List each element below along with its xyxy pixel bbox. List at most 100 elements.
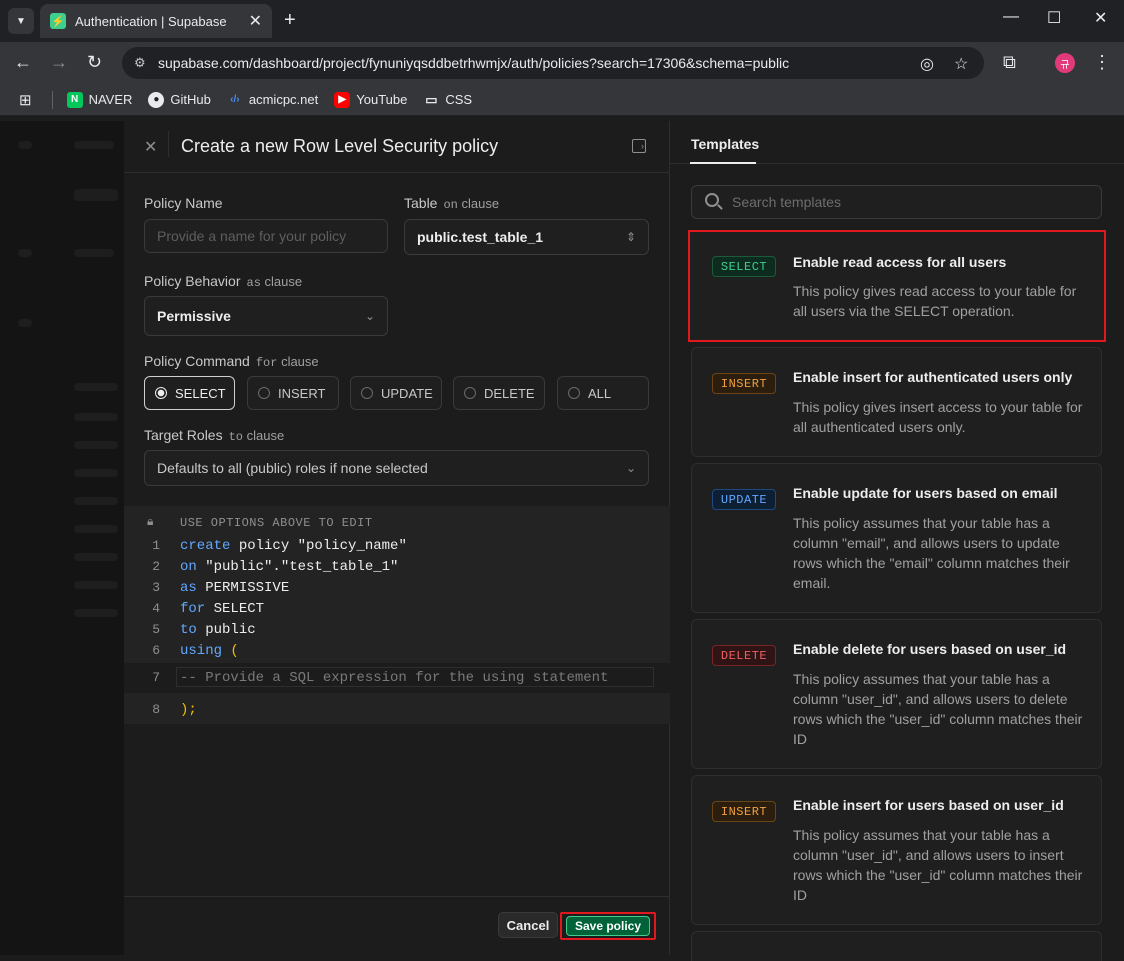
template-description: This policy assumes that your table has … xyxy=(793,515,1070,591)
radio-icon xyxy=(464,387,476,399)
editor-locked-note: USE OPTIONS ABOVE TO EDIT xyxy=(180,516,373,530)
behavior-label-text: Policy Behavior xyxy=(144,273,241,289)
editable-line-area[interactable]: 7 -- Provide a SQL expression for the usi… xyxy=(124,663,670,693)
template-title: Enable update for users based on email xyxy=(793,485,1058,501)
reload-icon[interactable]: ↻ xyxy=(87,52,102,73)
sql-keyword: for xyxy=(180,600,206,617)
line-number: 6 xyxy=(152,643,160,658)
line-number: 7 xyxy=(152,670,160,685)
template-title: Enable insert for users based on user_id xyxy=(793,797,1064,813)
collapse-panel-icon[interactable]: › xyxy=(632,139,646,153)
forward-arrow-icon[interactable]: → xyxy=(50,52,68,73)
tab-title: Authentication | Supabase xyxy=(75,13,227,29)
close-icon[interactable]: ✕ xyxy=(144,137,157,157)
profile-avatar[interactable]: 규 xyxy=(1055,53,1075,73)
line-number: 2 xyxy=(152,559,160,574)
behavior-clause-hint: as clause xyxy=(247,274,303,290)
template-title: Enable read access for all users xyxy=(793,254,1007,270)
dimmed-background xyxy=(0,121,124,955)
code-icon: ‹/› xyxy=(230,94,240,105)
table-select-value: public.test_table_1 xyxy=(417,229,544,245)
clause-keyword: to xyxy=(228,430,243,444)
template-card-delete-user-id[interactable]: DELETE Enable delete for users based on … xyxy=(691,619,1102,769)
sql-text: ( xyxy=(222,642,239,659)
policy-command-label: Policy Command for clause xyxy=(144,353,319,370)
template-card-partial[interactable] xyxy=(691,931,1102,961)
line-number: 1 xyxy=(152,538,160,553)
policy-name-input[interactable]: Provide a name for your policy xyxy=(144,219,388,253)
browser-tab[interactable]: ⚡ Authentication | Supabase ✕ xyxy=(40,4,272,38)
radio-selected-icon xyxy=(155,387,167,399)
extensions-puzzle-icon[interactable]: ⧉ xyxy=(1003,52,1016,73)
updown-chevron-icon: ⇕ xyxy=(625,230,636,244)
code-line: 1 create policy "policy_name" xyxy=(124,535,670,556)
command-option-delete[interactable]: DELETE xyxy=(453,376,545,410)
browser-tab-strip: ▼ ⚡ Authentication | Supabase ✕ + — ☐ ✕ xyxy=(0,0,1124,42)
tab-templates[interactable]: Templates xyxy=(691,136,759,152)
template-card-insert-authenticated[interactable]: INSERT Enable insert for authenticated u… xyxy=(691,347,1102,457)
back-arrow-icon[interactable]: ← xyxy=(14,52,32,73)
code-line: 8); xyxy=(124,699,670,720)
new-tab-plus-icon[interactable]: + xyxy=(284,9,296,32)
tab-close-icon[interactable]: ✕ xyxy=(249,11,262,31)
cancel-button[interactable]: Cancel xyxy=(498,912,558,938)
maximize-icon[interactable]: ☐ xyxy=(1047,8,1061,28)
sql-text: PERMISSIVE xyxy=(196,579,290,596)
radio-icon xyxy=(361,387,373,399)
template-card-update-email[interactable]: UPDATE Enable update for users based on … xyxy=(691,463,1102,613)
sql-text: public xyxy=(196,621,256,638)
chevron-down-icon: ⌄ xyxy=(625,461,636,475)
line-number: 4 xyxy=(152,601,160,616)
roles-label-text: Target Roles xyxy=(144,427,223,443)
radio-icon xyxy=(258,387,270,399)
insert-badge: INSERT xyxy=(712,801,776,822)
folder-icon: ▭ xyxy=(425,91,438,107)
command-option-all[interactable]: ALL xyxy=(557,376,649,410)
bookmark-label: YouTube xyxy=(356,92,408,107)
sql-editor[interactable]: 🔒︎ USE OPTIONS ABOVE TO EDIT 1 create pol… xyxy=(124,506,670,724)
sql-text: policy "policy_name" xyxy=(230,537,407,554)
command-option-select[interactable]: SELECT xyxy=(144,376,235,410)
save-policy-button[interactable]: Save policy xyxy=(566,916,650,936)
code-line: 4 for SELECT xyxy=(124,598,670,619)
bookmark-star-icon[interactable]: ☆ xyxy=(954,54,968,74)
table-select[interactable]: public.test_table_1 ⇕ xyxy=(404,219,649,255)
template-description: This policy gives read access to your ta… xyxy=(793,283,1077,319)
bookmark-github[interactable]: ● GitHub xyxy=(148,91,211,108)
footer-divider xyxy=(124,896,670,897)
template-card-insert-user-id[interactable]: INSERT Enable insert for users based on … xyxy=(691,775,1102,925)
address-bar[interactable]: ⚙ supabase.com/dashboard/project/fynuniy… xyxy=(122,47,984,79)
command-option-insert[interactable]: INSERT xyxy=(247,376,339,410)
policy-behavior-select[interactable]: Permissive ⌄ xyxy=(144,296,388,336)
supabase-favicon-icon: ⚡ xyxy=(50,13,66,29)
command-label-text: Policy Command xyxy=(144,353,250,369)
browser-menu-icon[interactable]: ⋮ xyxy=(1093,52,1111,73)
template-search-input[interactable]: Search templates xyxy=(691,185,1102,219)
tab-search-chevron-icon[interactable]: ▼ xyxy=(8,8,34,34)
bookmark-youtube[interactable]: ▶ YouTube xyxy=(334,91,408,108)
bookmark-acmicpc[interactable]: ‹/› acmicpc.net xyxy=(227,92,318,108)
code-line: 5 to public xyxy=(124,619,670,640)
line-number: 5 xyxy=(152,622,160,637)
bookmark-label: GitHub xyxy=(170,92,211,107)
command-option-update[interactable]: UPDATE xyxy=(350,376,442,410)
bookmark-css-folder[interactable]: ▭ CSS xyxy=(423,92,472,108)
sql-text: SELECT xyxy=(205,600,265,617)
github-icon: ● xyxy=(148,91,165,108)
template-description: This policy assumes that your table has … xyxy=(793,827,1083,903)
clause-keyword: for xyxy=(255,356,278,370)
templates-tab-bar: Templates xyxy=(670,121,1124,164)
bookmark-naver[interactable]: N NAVER xyxy=(66,91,132,108)
chevron-down-icon: ⌄ xyxy=(364,309,375,323)
minimize-icon[interactable]: — xyxy=(1003,8,1019,26)
line-number: 8 xyxy=(152,702,160,717)
tracking-eye-off-icon[interactable]: ◎ xyxy=(920,54,934,74)
roles-select-value: Defaults to all (public) roles if none s… xyxy=(157,460,428,476)
target-roles-select[interactable]: Defaults to all (public) roles if none s… xyxy=(144,450,649,486)
clause-suffix: clause xyxy=(281,354,319,369)
sql-text: "public"."test_table_1" xyxy=(196,558,399,575)
apps-grid-icon[interactable]: ⊞ xyxy=(19,91,32,109)
site-settings-icon[interactable]: ⚙ xyxy=(134,55,146,71)
template-card-select-read-all[interactable]: SELECT Enable read access for all users … xyxy=(688,230,1106,342)
window-close-icon[interactable]: ✕ xyxy=(1094,8,1107,28)
